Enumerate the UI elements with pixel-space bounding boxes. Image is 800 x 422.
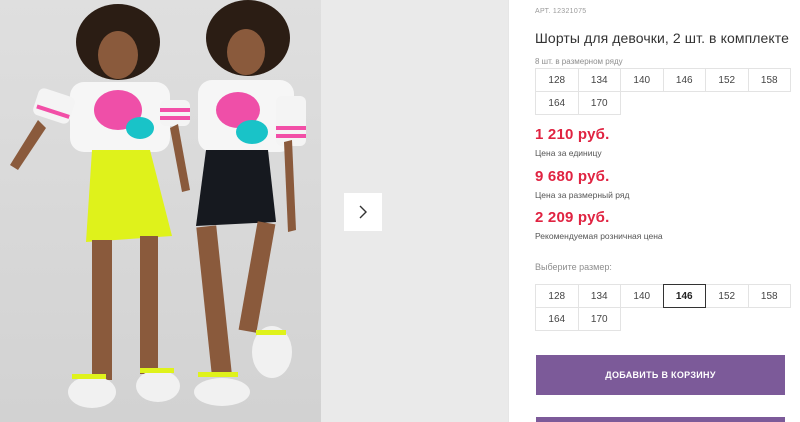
add-to-cart-button[interactable]: ДОБАВИТЬ В КОРЗИНУ	[536, 355, 785, 395]
size-row-item: 158	[747, 68, 791, 92]
size-row-grid: 128 134 140 146 152 158 164 170	[535, 68, 791, 115]
size-row-price-caption: Цена за размерный ряд	[535, 190, 630, 200]
size-option[interactable]: 164	[535, 307, 579, 331]
size-row-item: 140	[620, 68, 664, 92]
unit-price-caption: Цена за единицу	[535, 148, 602, 158]
size-row-item: 134	[577, 68, 621, 92]
size-option[interactable]: 158	[747, 284, 791, 308]
size-row-item: 152	[705, 68, 749, 92]
size-option[interactable]: 152	[705, 284, 749, 308]
retail-price: 2 209 руб.	[535, 209, 610, 226]
gallery-next-button[interactable]	[344, 193, 382, 231]
chevron-right-icon	[359, 205, 367, 219]
product-title: Шорты для девочки, 2 шт. в комплекте	[535, 30, 790, 46]
size-option[interactable]: 140	[620, 284, 664, 308]
panel-divider	[508, 0, 509, 422]
unit-price: 1 210 руб.	[535, 126, 610, 143]
size-row-label: 8 шт. в размерном ряду	[535, 57, 623, 66]
size-row-price: 9 680 руб.	[535, 168, 610, 185]
secondary-action-button[interactable]	[536, 417, 785, 422]
size-row-item: 170	[577, 91, 621, 115]
size-row-item: 164	[535, 91, 579, 115]
size-option-selected[interactable]: 146	[662, 284, 706, 308]
product-photo-illustration	[10, 0, 306, 408]
retail-price-caption: Рекомендуемая розничная цена	[535, 231, 663, 241]
article-number: АРТ. 12321075	[535, 8, 587, 15]
size-row-item: 128	[535, 68, 579, 92]
size-option[interactable]: 170	[577, 307, 621, 331]
size-row-item: 146	[662, 68, 706, 92]
size-picker-label: Выберите размер:	[535, 262, 612, 272]
product-photo-main[interactable]	[0, 0, 321, 422]
size-option[interactable]: 128	[535, 284, 579, 308]
size-picker-grid: 128 134 140 146 152 158 164 170	[535, 284, 791, 331]
size-option[interactable]: 134	[577, 284, 621, 308]
